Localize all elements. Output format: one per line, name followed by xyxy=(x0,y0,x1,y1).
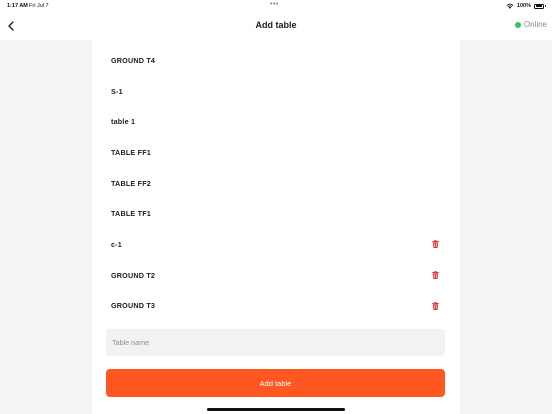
trash-icon xyxy=(431,240,439,249)
add-table-button[interactable]: Add table xyxy=(106,369,445,397)
table-row[interactable]: TABLE FF2 xyxy=(92,168,460,199)
delete-table-button[interactable] xyxy=(430,239,440,249)
nav-bar: Add table Online xyxy=(0,12,552,40)
table-name: TABLE TF1 xyxy=(111,209,151,219)
table-name: GROUND T3 xyxy=(111,301,156,311)
trash-icon xyxy=(431,301,439,310)
page-title: Add table xyxy=(255,20,297,30)
table-name: S-1 xyxy=(111,86,123,96)
online-dot-icon xyxy=(514,21,521,28)
table-row[interactable]: GROUND T2 xyxy=(92,260,460,291)
table-name: TABLE FF1 xyxy=(111,147,151,157)
wifi-icon xyxy=(506,3,514,9)
delete-table-button[interactable] xyxy=(430,270,440,280)
table-name-input[interactable] xyxy=(106,329,445,356)
trash-icon xyxy=(431,271,439,280)
table-row[interactable]: GROUND T4 xyxy=(92,45,460,76)
status-date: Fri Jul 7 xyxy=(29,3,49,9)
battery-tip xyxy=(545,4,546,8)
status-bar: 1:17 AM Fri Jul 7 ••• 100% xyxy=(0,0,552,12)
battery-icon xyxy=(534,3,544,9)
status-indicators: 100% xyxy=(506,3,546,9)
battery-percent: 100% xyxy=(516,3,531,9)
home-indicator[interactable] xyxy=(207,408,345,411)
table-name: c-1 xyxy=(111,239,122,249)
connection-status-label: Online xyxy=(523,20,547,29)
add-table-button-label: Add table xyxy=(259,378,292,388)
status-time: 1:17 AM xyxy=(7,3,28,9)
add-table-panel: GROUND T4 S-1 table 1 TABLE FF1 TABLE FF2 TAB… xyxy=(92,40,460,414)
table-row[interactable]: S-1 xyxy=(92,76,460,107)
table-row[interactable]: table 1 xyxy=(92,106,460,137)
table-row[interactable]: TABLE FF1 xyxy=(92,137,460,168)
table-name: GROUND T4 xyxy=(111,55,156,65)
table-name: GROUND T2 xyxy=(111,270,156,280)
table-row[interactable]: TABLE TF1 xyxy=(92,198,460,229)
delete-table-button[interactable] xyxy=(430,301,440,311)
table-name: TABLE FF2 xyxy=(111,178,151,188)
connection-status: Online xyxy=(514,20,547,29)
table-list: GROUND T4 S-1 table 1 TABLE FF1 TABLE FF2 TAB… xyxy=(92,45,460,321)
table-row[interactable]: GROUND T3 xyxy=(92,291,460,322)
multitasking-dots[interactable]: ••• xyxy=(270,1,279,8)
table-name: table 1 xyxy=(111,117,136,127)
table-row[interactable]: c-1 xyxy=(92,229,460,260)
